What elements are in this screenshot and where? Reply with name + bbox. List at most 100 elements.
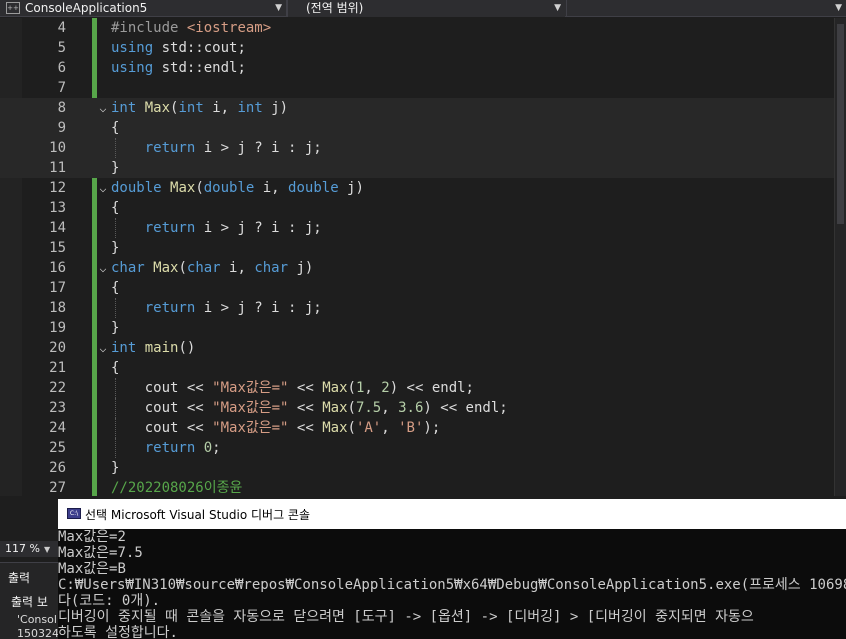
code-line[interactable]: 12 ⌵ double Max(double i, double j) bbox=[0, 178, 834, 198]
code-line[interactable]: 6 using std::endl; bbox=[0, 58, 834, 78]
output-tab[interactable]: 출력 bbox=[8, 569, 30, 586]
code-line[interactable]: 26} bbox=[0, 458, 834, 478]
scope-label: (전역 범위) bbox=[306, 1, 364, 15]
code-line[interactable]: 21 { bbox=[0, 358, 834, 378]
code-text: return i > j ? i : j; bbox=[144, 300, 322, 316]
line-number: 17 bbox=[49, 280, 66, 296]
line-number: 10 bbox=[49, 140, 66, 156]
code-text: { bbox=[111, 360, 120, 376]
chevron-down-icon: ▼ bbox=[43, 545, 51, 554]
project-dropdown-area[interactable]: ▼ bbox=[0, 0, 287, 17]
code-line[interactable]: 4 #include <iostream> bbox=[0, 18, 834, 38]
code-line[interactable]: 5 using std::cout; bbox=[0, 38, 834, 58]
output-panel: 출력 출력 보 'Consol 150324 bbox=[0, 562, 59, 639]
code-line[interactable]: 25 return 0; bbox=[0, 438, 834, 458]
line-number: 27 bbox=[49, 480, 66, 496]
line-number: 25 bbox=[49, 440, 66, 456]
code-line[interactable]: 22 cout << "Max값은=" << Max(1, 2) << endl… bbox=[0, 378, 834, 398]
code-text: char Max(char i, char j) bbox=[111, 260, 314, 276]
line-number: 22 bbox=[49, 380, 66, 396]
vertical-scrollbar[interactable] bbox=[834, 18, 846, 496]
code-text: double Max(double i, double j) bbox=[111, 180, 364, 196]
console-line: C:₩Users₩IN310₩source₩repos₩ConsoleAppli… bbox=[58, 577, 846, 593]
line-number: 8 bbox=[57, 100, 66, 116]
code-line[interactable]: 16 ⌵ char Max(char i, char j) bbox=[0, 258, 834, 278]
console-line: Max값은=7.5 bbox=[58, 545, 143, 561]
collapse-chevron-icon[interactable]: ⌵ bbox=[96, 178, 110, 198]
code-text: } bbox=[111, 160, 120, 176]
scope-dropdown[interactable]: (전역 범위) ▼ bbox=[287, 0, 565, 17]
code-text: #include <iostream> bbox=[111, 20, 272, 36]
line-number: 19 bbox=[49, 320, 66, 336]
code-line[interactable]: 23 cout << "Max값은=" << Max(7.5, 3.6) << … bbox=[0, 398, 834, 418]
code-text: cout << "Max값은=" << Max(1, 2) << endl; bbox=[111, 380, 474, 396]
code-line[interactable]: 20 ⌵ int main() bbox=[0, 338, 834, 358]
code-line[interactable]: 24 cout << "Max값은=" << Max('A', 'B'); bbox=[0, 418, 834, 438]
scrollbar-thumb[interactable] bbox=[837, 24, 844, 224]
code-line[interactable]: 8 ⌵ int Max(int i, int j) bbox=[0, 98, 834, 118]
code-line[interactable]: 14 return i > j ? i : j; bbox=[0, 218, 834, 238]
code-text: { bbox=[111, 200, 120, 216]
collapse-chevron-icon[interactable]: ⌵ bbox=[96, 338, 110, 358]
console-title: 선택 Microsoft Visual Studio 디버그 콘솔 bbox=[85, 508, 311, 522]
console-icon: C:\ bbox=[67, 508, 81, 519]
line-number: 23 bbox=[49, 400, 66, 416]
line-number: 15 bbox=[49, 240, 66, 256]
console-line: Max값은=B bbox=[58, 561, 126, 577]
code-line[interactable]: 9{ bbox=[0, 118, 834, 138]
line-number: 4 bbox=[57, 20, 66, 36]
code-text: cout << "Max값은=" << Max('A', 'B'); bbox=[111, 420, 441, 436]
line-number: 6 bbox=[57, 60, 66, 76]
line-number: 20 bbox=[49, 340, 66, 356]
line-number: 18 bbox=[49, 300, 66, 316]
code-line[interactable]: 19} bbox=[0, 318, 834, 338]
code-text: } bbox=[111, 460, 120, 476]
line-number: 11 bbox=[49, 160, 66, 176]
code-text: using std::endl; bbox=[111, 60, 246, 76]
line-number: 26 bbox=[49, 460, 66, 476]
console-output[interactable]: Max값은=2 Max값은=7.5 Max값은=B C:₩Users₩IN310… bbox=[58, 529, 846, 639]
code-line[interactable]: 18 return i > j ? i : j; bbox=[0, 298, 834, 318]
collapse-chevron-icon[interactable]: ⌵ bbox=[96, 98, 110, 118]
line-number: 5 bbox=[57, 40, 66, 56]
code-line[interactable]: 27 //202208026이종윤 bbox=[0, 478, 834, 498]
line-number: 9 bbox=[57, 120, 66, 136]
navigation-bar: ++ ConsoleApplication5 (전역 범위) ▼ ▼ ▼ bbox=[0, 0, 846, 17]
code-text: return 0; bbox=[144, 440, 221, 456]
line-number: 16 bbox=[49, 260, 66, 276]
code-text: int main() bbox=[111, 340, 196, 356]
code-text: } bbox=[111, 240, 120, 256]
output-line: 150324 bbox=[17, 627, 59, 639]
line-number: 24 bbox=[49, 420, 66, 436]
collapse-chevron-icon[interactable]: ⌵ bbox=[96, 258, 110, 278]
code-text: int Max(int i, int j) bbox=[111, 100, 289, 116]
code-text: { bbox=[111, 280, 120, 296]
console-line: Max값은=2 bbox=[58, 529, 126, 545]
code-line[interactable]: 11} bbox=[0, 158, 834, 178]
console-line: 하도록 설정합니다. bbox=[58, 625, 178, 639]
console-line: 다(코드: 0개). bbox=[58, 593, 161, 609]
code-text: } bbox=[111, 320, 120, 336]
member-dropdown[interactable]: ▼ bbox=[566, 0, 846, 17]
chevron-down-icon: ▼ bbox=[275, 3, 282, 13]
code-line[interactable]: 7 bbox=[0, 78, 834, 98]
console-line: 디버깅이 중지될 때 콘솔을 자동으로 닫으려면 [도구] -> [옵션] ->… bbox=[58, 609, 754, 625]
chevron-down-icon: ▼ bbox=[554, 3, 561, 13]
code-text: { bbox=[111, 120, 120, 136]
line-number: 13 bbox=[49, 200, 66, 216]
code-line[interactable]: 17 { bbox=[0, 278, 834, 298]
code-text: //202208026이종윤 bbox=[111, 480, 243, 496]
code-editor[interactable]: 4 #include <iostream>5 using std::cout;6 us… bbox=[0, 18, 846, 496]
line-number: 21 bbox=[49, 360, 66, 376]
chevron-down-icon: ▼ bbox=[835, 3, 842, 13]
code-line[interactable]: 10 return i > j ? i : j; bbox=[0, 138, 834, 158]
code-line[interactable]: 15} bbox=[0, 238, 834, 258]
zoom-dropdown[interactable]: 117 % ▼ bbox=[0, 541, 58, 557]
debug-console-window[interactable]: C:\ 선택 Microsoft Visual Studio 디버그 콘솔 Ma… bbox=[58, 499, 846, 639]
output-source-label: 출력 보 bbox=[11, 595, 48, 609]
code-text: cout << "Max값은=" << Max(7.5, 3.6) << end… bbox=[111, 400, 508, 416]
code-line[interactable]: 13 { bbox=[0, 198, 834, 218]
line-number: 12 bbox=[49, 180, 66, 196]
console-titlebar[interactable]: C:\ 선택 Microsoft Visual Studio 디버그 콘솔 bbox=[58, 499, 846, 529]
line-number: 14 bbox=[49, 220, 66, 236]
